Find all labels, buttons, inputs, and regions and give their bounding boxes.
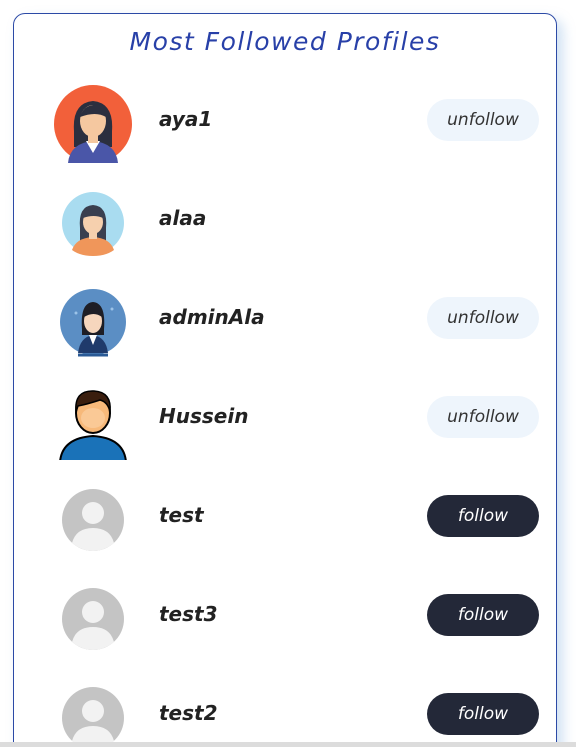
follow-button[interactable]: follow (427, 495, 539, 537)
username[interactable]: adminAla (159, 304, 265, 330)
page: Most Followed Profiles aya1 unfollow ala… (0, 0, 576, 747)
username[interactable]: Hussein (159, 403, 248, 429)
follow-button[interactable]: follow (427, 594, 539, 636)
username[interactable]: test2 (159, 700, 218, 726)
profile-row: test2 follow (14, 674, 556, 747)
horizontal-scrollbar[interactable] (0, 742, 576, 747)
profile-row: test3 follow (14, 575, 556, 674)
profile-row: adminAla unfollow (14, 278, 556, 377)
unfollow-button[interactable]: unfollow (427, 396, 539, 438)
profile-row: test follow (14, 476, 556, 575)
default-user-avatar[interactable] (54, 580, 132, 658)
woman-blue-avatar[interactable] (54, 184, 132, 262)
profile-list: aya1 unfollow alaa adminAla unfollow Hus… (14, 80, 556, 747)
card-title: Most Followed Profiles (129, 27, 441, 56)
default-user-avatar[interactable] (54, 481, 132, 559)
man-cartoon-avatar[interactable] (54, 382, 132, 460)
username[interactable]: test (159, 502, 204, 528)
most-followed-card: Most Followed Profiles aya1 unfollow ala… (13, 13, 557, 747)
username[interactable]: alaa (159, 205, 206, 231)
profile-row: alaa (14, 179, 556, 278)
woman-suit-avatar[interactable] (54, 283, 132, 361)
username[interactable]: test3 (159, 601, 218, 627)
woman-orange-avatar[interactable] (54, 85, 132, 163)
unfollow-button[interactable]: unfollow (427, 99, 539, 141)
profile-row: aya1 unfollow (14, 80, 556, 179)
follow-button[interactable]: follow (427, 693, 539, 735)
username[interactable]: aya1 (159, 106, 212, 132)
default-user-avatar[interactable] (54, 679, 132, 747)
profile-row: Hussein unfollow (14, 377, 556, 476)
unfollow-button[interactable]: unfollow (427, 297, 539, 339)
